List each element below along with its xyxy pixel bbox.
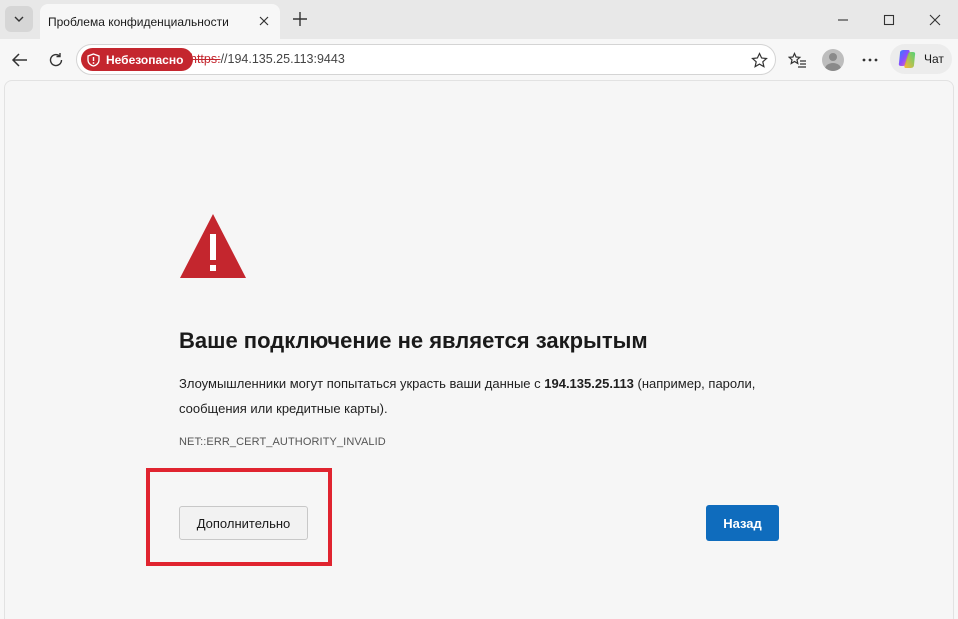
address-bar[interactable]: Небезопасно https://194.135.25.113:9443 — [76, 44, 776, 75]
more-dots-icon — [862, 58, 878, 62]
navigation-toolbar: Небезопасно https://194.135.25.113:9443 — [0, 39, 958, 80]
arrow-left-icon — [11, 53, 27, 67]
favorites-button[interactable] — [783, 46, 811, 74]
copilot-chat-button[interactable]: Чат — [890, 44, 952, 74]
avatar — [822, 49, 844, 71]
close-icon — [259, 16, 269, 26]
tab-close-button[interactable] — [256, 13, 272, 29]
tab-title: Проблема конфиденциальности — [48, 14, 229, 29]
reload-icon — [49, 53, 63, 67]
tab-active[interactable]: Проблема конфиденциальности — [40, 4, 280, 39]
star-icon — [750, 51, 768, 68]
maximize-icon — [883, 14, 895, 25]
error-code: NET::ERR_CERT_AUTHORITY_INVALID — [179, 436, 386, 448]
profile-button[interactable] — [819, 46, 847, 74]
window-close-button[interactable] — [912, 0, 958, 39]
back-nav-button[interactable] — [6, 46, 34, 74]
description-text-start: Злоумышленники могут попытаться украсть … — [179, 376, 545, 391]
back-button[interactable]: Назад — [706, 505, 779, 541]
add-favorite-button[interactable] — [749, 50, 769, 70]
new-tab-button[interactable] — [288, 7, 312, 31]
url-scheme: https: — [190, 52, 221, 66]
page-title: Ваше подключение не является закрытым — [179, 328, 648, 353]
error-description: Злоумышленники могут попытаться украсть … — [179, 371, 779, 421]
url-host: //194.135.25.113:9443 — [220, 52, 345, 66]
tab-actions-button[interactable] — [5, 6, 33, 32]
title-bar: Проблема конфиденциальности — [0, 0, 958, 39]
minimize-button[interactable] — [820, 0, 866, 39]
plus-icon — [293, 12, 307, 26]
copilot-icon — [898, 50, 916, 68]
copilot-label: Чат — [924, 52, 944, 66]
shield-warning-icon — [87, 52, 100, 67]
reload-button[interactable] — [42, 46, 70, 74]
minimize-icon — [838, 18, 848, 21]
maximize-button[interactable] — [866, 0, 912, 39]
security-badge[interactable]: Небезопасно — [81, 48, 194, 71]
chevron-down-icon — [14, 16, 24, 22]
highlight-annotation-box — [146, 468, 332, 566]
url-text[interactable]: https://194.135.25.113:9443 — [190, 52, 345, 66]
settings-more-button[interactable] — [856, 46, 884, 74]
favorites-list-icon — [787, 51, 806, 68]
description-host: 194.135.25.113 — [544, 376, 634, 391]
warning-triangle-icon — [180, 214, 246, 278]
security-badge-label: Небезопасно — [106, 52, 184, 67]
close-icon — [929, 14, 941, 25]
